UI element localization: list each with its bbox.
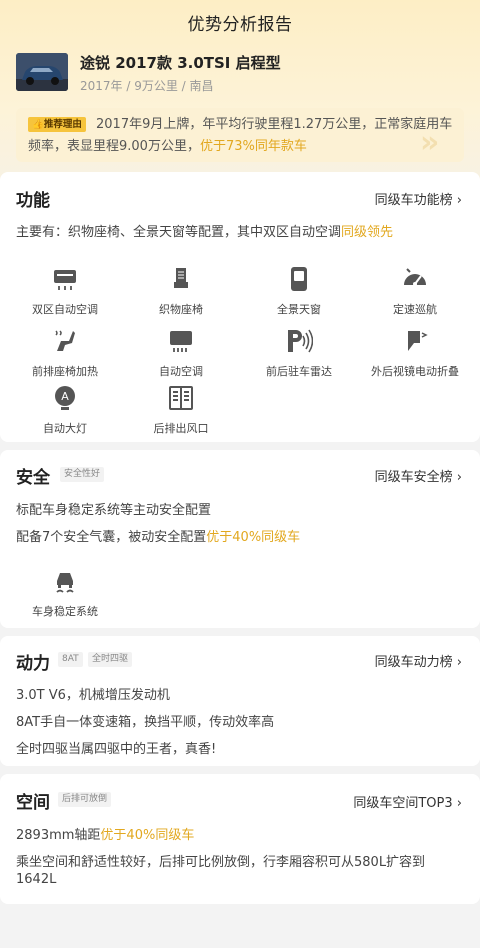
rear-vent-icon — [169, 386, 193, 410]
feature-label: 前后驻车雷达 — [266, 365, 332, 378]
mirror-fold-icon — [408, 331, 428, 351]
chevron-right-icon: › — [456, 655, 462, 670]
function-title: 功能 — [16, 191, 50, 211]
feature-label: 定速巡航 — [393, 303, 437, 316]
auto-ac-icon — [170, 331, 192, 352]
seat-heating-icon — [55, 330, 75, 351]
power-line: 8AT手自一体变速箱，换挡平顺，传动效率高 — [16, 715, 275, 730]
page-title: 优势分析报告 — [187, 15, 293, 35]
safety-line-2-highlight: 优于40%同级车 — [206, 530, 301, 545]
safety-line-1: 标配车身稳定系统等主动安全配置 — [16, 503, 212, 518]
safety-rank-label: 同级车安全榜 — [374, 470, 453, 485]
space-line-2a: 乘坐空间和舒适性较好，后排可比例放倒，行李厢容积可从580L扩容到 — [16, 855, 426, 870]
recommendation-box: 2017年9月上牌，年平均行驶里程1.27万公里，正常家庭用车频率，表显里程9.… — [16, 108, 464, 162]
power-line: 全时四驱当属四驱中的王者，真香! — [16, 742, 217, 757]
power-title: 动力 — [16, 654, 50, 674]
auto-headlight-icon: A — [55, 386, 75, 410]
chevron-right-icon: › — [456, 796, 462, 811]
space-title: 空间 — [16, 793, 50, 813]
fabric-seat-icon — [174, 268, 188, 288]
feature-dual-zone-ac: 双区自动空调 — [10, 265, 120, 317]
chevron-right-icon: › — [456, 193, 462, 208]
function-summary-highlight: 同级领先 — [341, 225, 394, 240]
space-line-1-plain: 2893mm轴距 — [16, 828, 101, 843]
space-rank-link[interactable]: 同级车空间TOP3 › — [353, 792, 462, 811]
car-title: 途锐 2017款 3.0TSI 启程型 — [80, 54, 281, 72]
power-rank-link[interactable]: 同级车动力榜 › — [375, 651, 462, 670]
feature-label: 前排座椅加热 — [32, 365, 98, 378]
dual-zone-ac-icon — [54, 270, 76, 290]
space-card: 空间 后排可放倒 同级车空间TOP3 › 2893mm轴距优于40%同级车 乘坐… — [0, 774, 480, 904]
feature-cruise-control: 定速巡航 — [360, 265, 470, 317]
feature-label: 外后视镜电动折叠 — [371, 365, 459, 378]
safety-badge: 安全性好 — [60, 467, 105, 482]
feature-fabric-seat: 织物座椅 — [126, 265, 236, 317]
space-line-1: 2893mm轴距优于40%同级车 — [16, 824, 194, 843]
feature-panoramic-sunroof: 全景天窗 — [244, 265, 354, 317]
recommendation-tag: 👍推荐理由 — [28, 117, 86, 132]
power-line: 3.0T V6，机械增压发动机 — [16, 688, 170, 703]
feature-label: 双区自动空调 — [32, 303, 98, 316]
feature-stability-control: 车身稳定系统 — [10, 567, 120, 619]
feature-label: 织物座椅 — [159, 303, 203, 316]
feature-auto-headlight: A 自动大灯 — [10, 384, 120, 436]
feature-label: 自动大灯 — [43, 422, 87, 435]
chevron-decoration-icon: » — [420, 125, 440, 160]
power-card: 动力 8AT 全时四驱 同级车动力榜 › 3.0T V6，机械增压发动机 8AT… — [0, 636, 480, 766]
thumbs-up-icon: 👍 — [32, 119, 44, 130]
space-line-1-highlight: 优于40%同级车 — [100, 828, 195, 843]
feature-auto-ac: 自动空调 — [126, 327, 236, 379]
function-rank-label: 同级车功能榜 — [374, 193, 453, 208]
power-rank-label: 同级车动力榜 — [374, 655, 453, 670]
feature-label: 后排出风口 — [153, 422, 209, 435]
safety-title: 安全 — [16, 468, 50, 488]
function-rank-link[interactable]: 同级车功能榜 › — [375, 189, 462, 208]
safety-rank-link[interactable]: 同级车安全榜 › — [375, 466, 462, 485]
safety-line-2-plain: 配备7个安全气囊，被动安全配置 — [16, 530, 207, 545]
car-meta: 2017年 / 9万公里 / 南昌 — [80, 79, 214, 93]
feature-rear-vent: 后排出风口 — [126, 384, 236, 436]
function-summary-plain: 主要有：织物座椅、全景天窗等配置，其中双区自动空调 — [16, 225, 342, 240]
cruise-control-icon — [404, 268, 426, 286]
feature-parking-radar: 前后驻车雷达 — [244, 327, 354, 379]
recommendation-text: 2017年9月上牌，年平均行驶里程1.27万公里，正常家庭用车频率，表显里程9.… — [28, 114, 454, 158]
space-rank-label: 同级车空间TOP3 — [353, 796, 453, 811]
space-line-2b: 1642L — [16, 872, 57, 887]
car-thumbnail[interactable] — [16, 53, 68, 91]
feature-seat-heating: 前排座椅加热 — [10, 327, 120, 379]
recommendation-tag-label: 推荐理由 — [43, 119, 82, 130]
stability-control-icon — [56, 573, 74, 593]
feature-label: 自动空调 — [159, 365, 203, 378]
panoramic-sunroof-icon — [291, 267, 307, 291]
function-card: 功能 同级车功能榜 › 主要有：织物座椅、全景天窗等配置，其中双区自动空调同级领… — [0, 172, 480, 442]
feature-label: 车身稳定系统 — [32, 605, 98, 618]
safety-card: 安全 安全性好 同级车安全榜 › 标配车身稳定系统等主动安全配置 配备7个安全气… — [0, 450, 480, 628]
parking-radar-icon — [288, 329, 313, 353]
function-summary: 主要有：织物座椅、全景天窗等配置，其中双区自动空调同级领先 — [16, 221, 393, 240]
recommendation-highlight: 优于73%同年款车 — [199, 139, 307, 154]
safety-line-2: 配备7个安全气囊，被动安全配置优于40%同级车 — [16, 526, 300, 545]
chevron-right-icon: › — [456, 470, 462, 485]
feature-mirror-fold: 外后视镜电动折叠 — [360, 327, 470, 379]
feature-label: 全景天窗 — [277, 303, 321, 316]
space-badge: 后排可放倒 — [58, 792, 112, 807]
power-badge-drive: 全时四驱 — [88, 652, 133, 667]
power-badge-transmission: 8AT — [58, 652, 83, 667]
svg-text:A: A — [61, 390, 69, 403]
